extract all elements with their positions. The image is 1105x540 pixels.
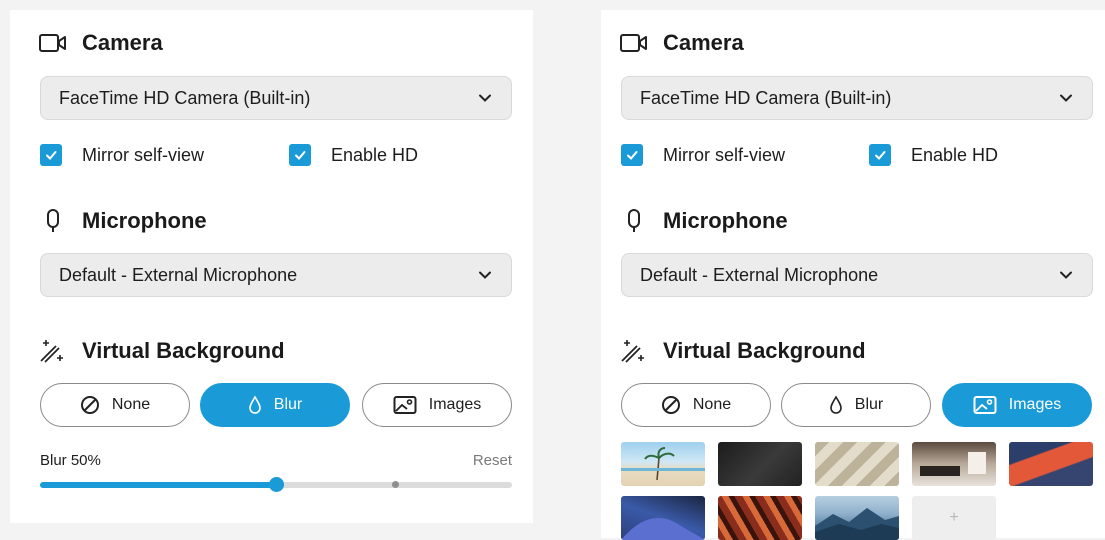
none-icon — [661, 395, 681, 415]
microphone-icon — [619, 208, 649, 234]
background-images-label: Images — [428, 396, 482, 413]
background-none-button[interactable]: None — [40, 383, 190, 427]
virtual-background-title: Virtual Background — [663, 338, 866, 363]
magic-wand-icon — [38, 338, 68, 364]
none-icon — [80, 395, 100, 415]
enable-hd-label: Enable HD — [331, 144, 419, 165]
microphone-select[interactable]: Default - External Microphone — [621, 253, 1093, 297]
checkmark-icon — [289, 144, 311, 166]
background-thumbnail-canyon[interactable] — [718, 496, 802, 540]
background-none-button[interactable]: None — [621, 383, 771, 427]
camera-title: Camera — [82, 30, 163, 55]
chevron-down-icon — [479, 271, 491, 279]
background-thumbnail-dark[interactable] — [718, 442, 802, 486]
mirror-self-view-label: Mirror self-view — [82, 144, 205, 165]
settings-panel-images: Camera FaceTime HD Camera (Built-in) Mir… — [601, 10, 1105, 540]
background-none-label: None — [692, 396, 732, 413]
chevron-down-icon — [1060, 94, 1072, 102]
camera-select-value: FaceTime HD Camera (Built-in) — [59, 87, 311, 108]
camera-icon — [38, 30, 68, 56]
mirror-self-view-checkbox[interactable]: Mirror self-view — [621, 144, 785, 166]
plus-icon: + — [949, 509, 959, 526]
droplet-icon — [248, 395, 262, 415]
blur-slider[interactable] — [40, 477, 512, 492]
background-blur-button[interactable]: Blur — [200, 383, 350, 427]
mirror-self-view-label: Mirror self-view — [663, 144, 786, 165]
blur-slider-fill — [40, 482, 276, 488]
background-blur-label: Blur — [854, 396, 884, 413]
checkmark-icon — [40, 144, 62, 166]
camera-title: Camera — [663, 30, 744, 55]
microphone-title: Microphone — [82, 208, 207, 233]
enable-hd-checkbox[interactable]: Enable HD — [289, 144, 418, 166]
background-thumbnail-light-shadows[interactable] — [815, 442, 899, 486]
droplet-icon — [829, 395, 843, 415]
checkmark-icon — [621, 144, 643, 166]
camera-section-title: Camera — [38, 30, 163, 56]
background-thumbnail-abstract-blue[interactable] — [621, 496, 705, 540]
background-blur-button[interactable]: Blur — [781, 383, 931, 427]
microphone-select[interactable]: Default - External Microphone — [40, 253, 512, 297]
background-thumbnail-mountains[interactable] — [815, 496, 899, 540]
microphone-select-value: Default - External Microphone — [640, 264, 879, 285]
image-icon — [393, 395, 417, 415]
mirror-self-view-checkbox[interactable]: Mirror self-view — [40, 144, 204, 166]
camera-select[interactable]: FaceTime HD Camera (Built-in) — [40, 76, 512, 120]
enable-hd-checkbox[interactable]: Enable HD — [869, 144, 998, 166]
settings-panel-blur: Camera FaceTime HD Camera (Built-in) Mir… — [10, 10, 533, 523]
camera-icon — [619, 30, 649, 56]
chevron-down-icon — [479, 94, 491, 102]
background-images-button[interactable]: Images — [942, 383, 1092, 427]
virtual-background-title: Virtual Background — [82, 338, 285, 363]
background-none-label: None — [111, 396, 151, 413]
camera-section-title: Camera — [619, 30, 744, 56]
virtual-background-section-title: Virtual Background — [619, 338, 866, 364]
background-thumbnail-living-room[interactable] — [912, 442, 996, 486]
microphone-section-title: Microphone — [38, 208, 207, 234]
blur-value-label: Blur 50% — [40, 452, 101, 469]
blur-slider-tick — [392, 481, 399, 488]
camera-select[interactable]: FaceTime HD Camera (Built-in) — [621, 76, 1093, 120]
image-icon — [973, 395, 997, 415]
magic-wand-icon — [619, 338, 649, 364]
reset-link[interactable]: Reset — [473, 452, 512, 469]
microphone-icon — [38, 208, 68, 234]
background-thumbnail-abstract-orange[interactable] — [1009, 442, 1093, 486]
microphone-section-title: Microphone — [619, 208, 788, 234]
add-background-button[interactable]: + — [912, 496, 996, 540]
microphone-title: Microphone — [663, 208, 788, 233]
virtual-background-section-title: Virtual Background — [38, 338, 285, 364]
checkmark-icon — [869, 144, 891, 166]
background-images-button[interactable]: Images — [362, 383, 512, 427]
background-thumbnail-beach[interactable] — [621, 442, 705, 486]
camera-select-value: FaceTime HD Camera (Built-in) — [640, 87, 892, 108]
background-blur-label: Blur — [273, 396, 303, 413]
enable-hd-label: Enable HD — [911, 144, 999, 165]
chevron-down-icon — [1060, 271, 1072, 279]
blur-slider-thumb[interactable] — [268, 477, 284, 492]
background-images-label: Images — [1008, 396, 1062, 413]
microphone-select-value: Default - External Microphone — [59, 264, 298, 285]
